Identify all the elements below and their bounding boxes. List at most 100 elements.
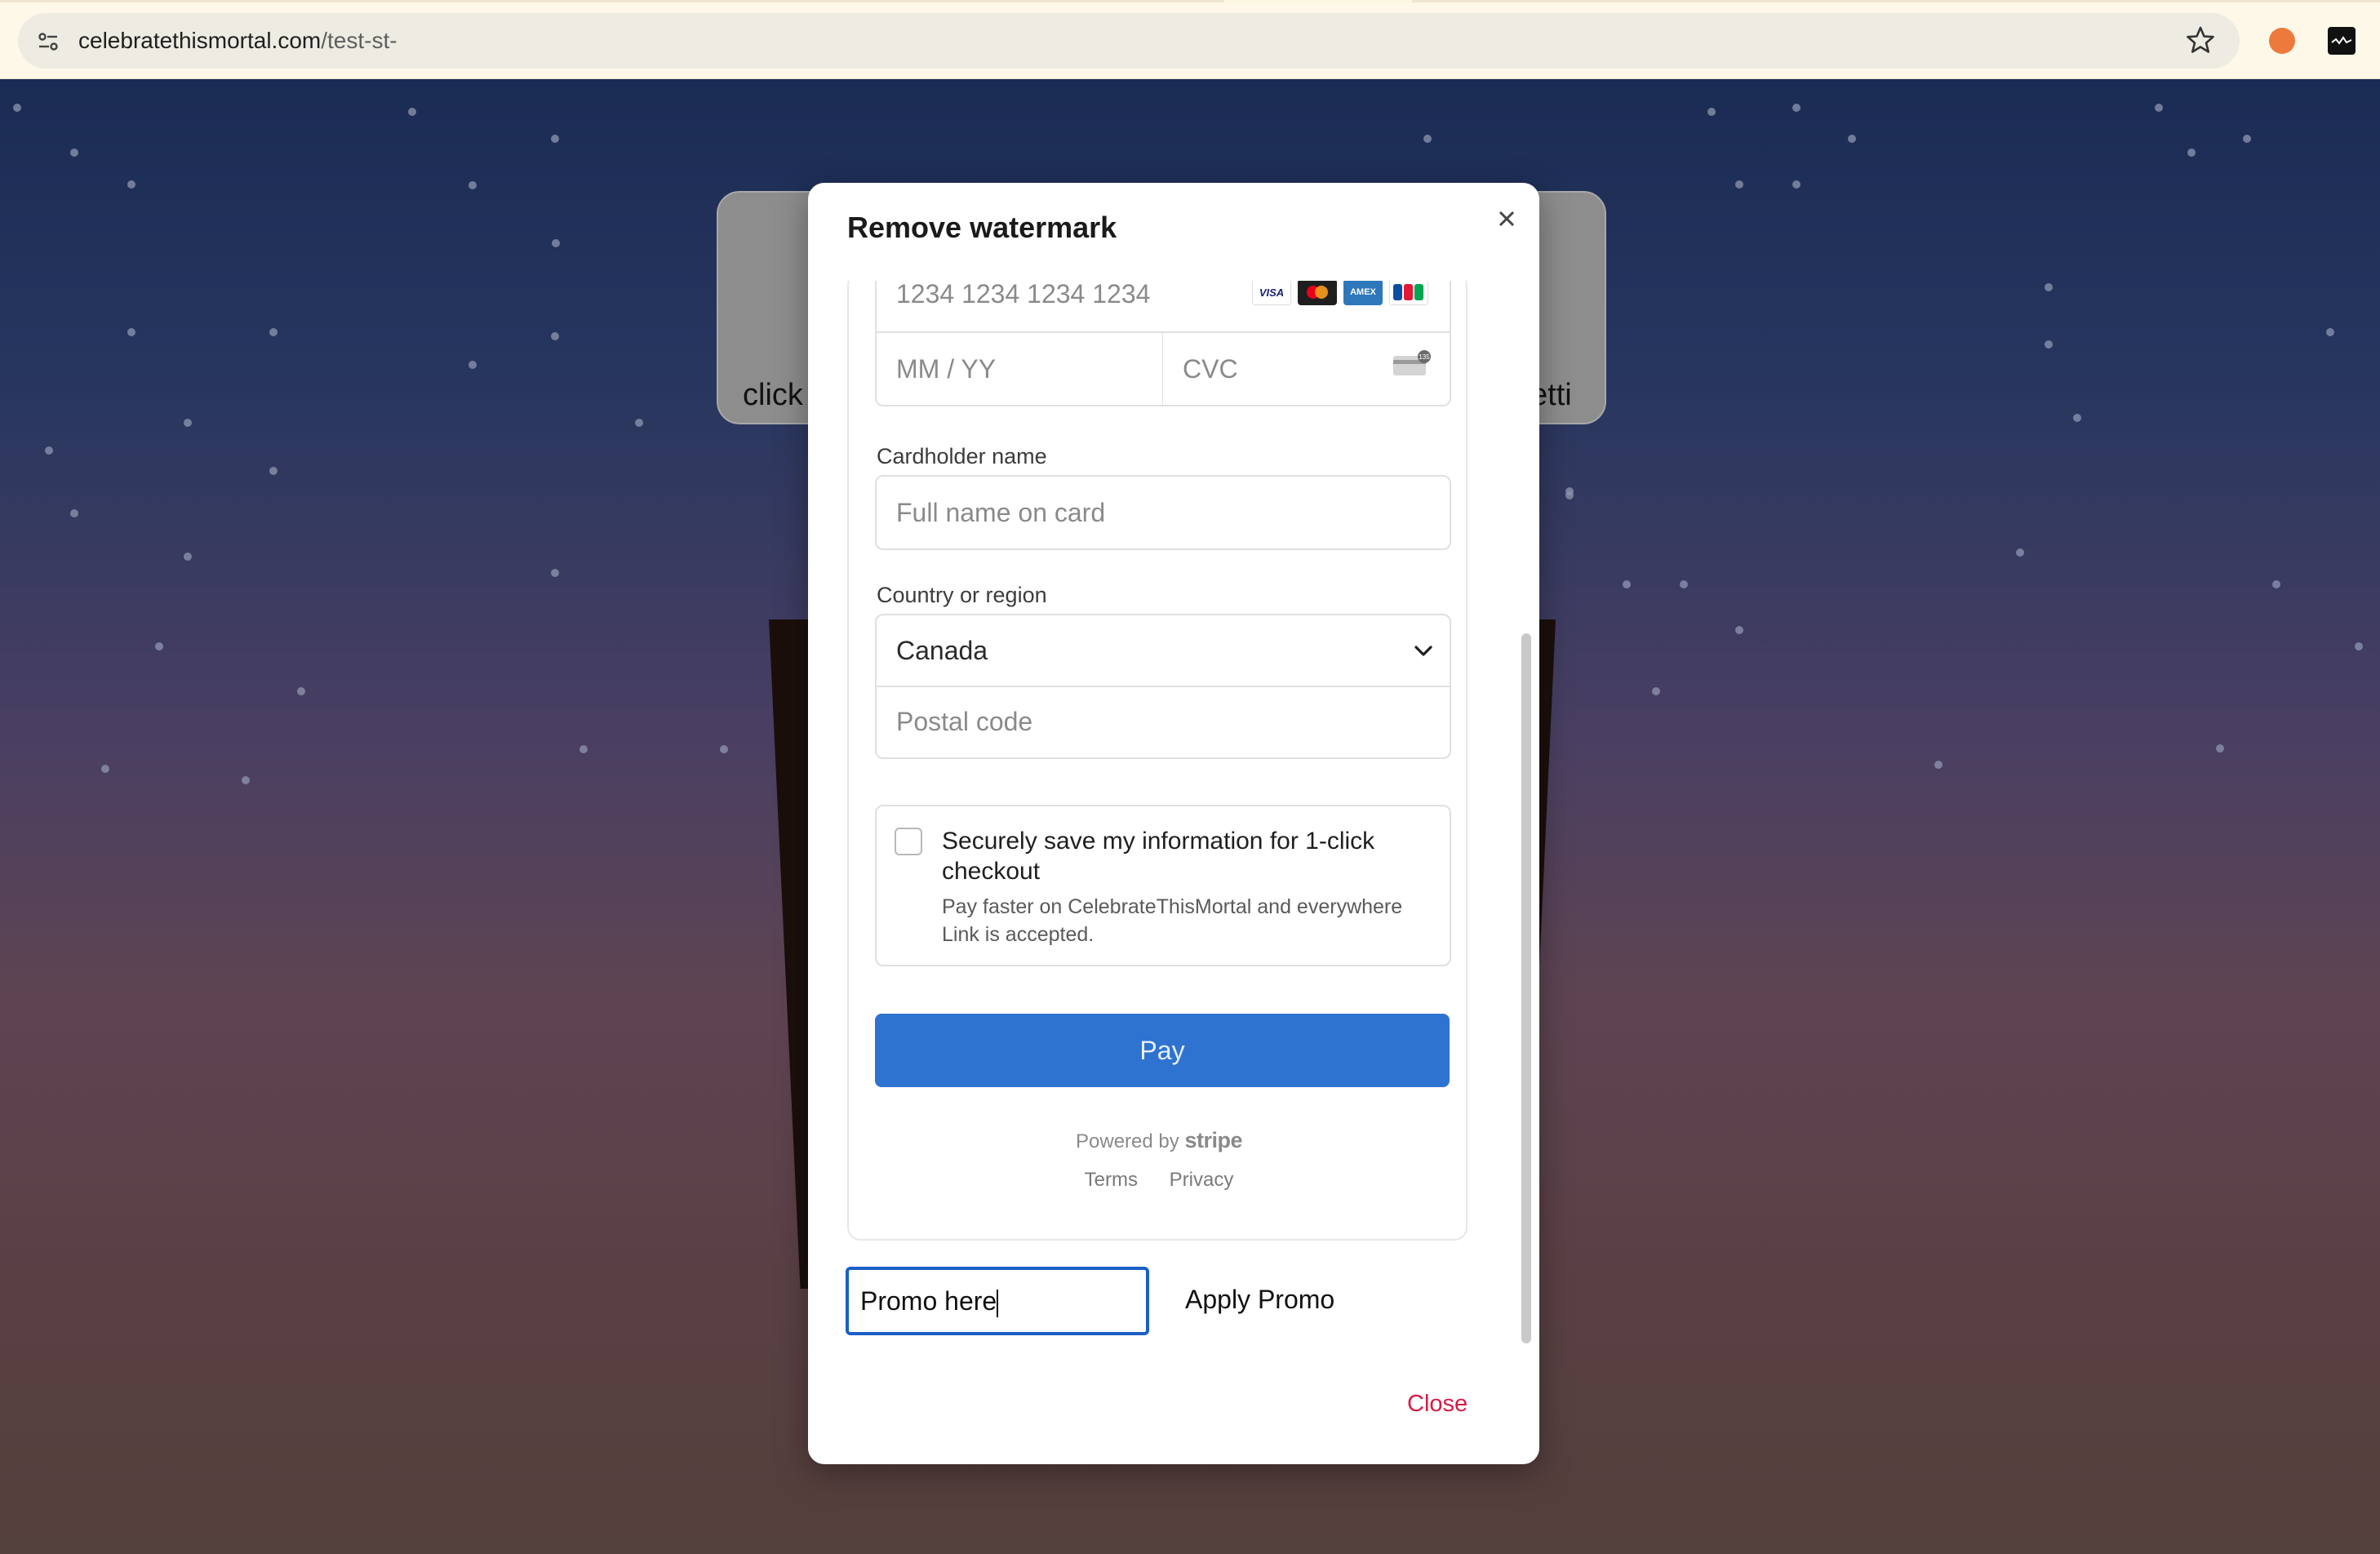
- save-info-subtitle: Pay faster on CelebrateThisMortal and ev…: [942, 895, 1403, 946]
- powered-by-stripe: Powered by stripe: [849, 1128, 1469, 1153]
- card-number-placeholder: 1234 1234 1234 1234: [896, 281, 1151, 309]
- star-dot: [1652, 687, 1660, 695]
- browser-toolbar: celebratethismortal.com/test-st-: [0, 2, 2380, 79]
- star-dot: [551, 569, 559, 577]
- privacy-link[interactable]: Privacy: [1170, 1169, 1234, 1191]
- jcb-icon: [1389, 281, 1428, 305]
- star-dot: [184, 553, 192, 561]
- apply-promo-button[interactable]: Apply Promo: [1185, 1285, 1334, 1315]
- star-dot: [579, 745, 588, 753]
- expiry-field[interactable]: MM / YY: [875, 331, 1164, 406]
- extension-icon[interactable]: [2269, 28, 2295, 54]
- save-info-title: Securely save my information for 1-click…: [942, 828, 1375, 885]
- url-path: /test-st-: [321, 28, 397, 53]
- close-icon[interactable]: [1490, 202, 1523, 235]
- star-dot: [552, 239, 560, 247]
- star-dot: [2272, 580, 2280, 588]
- close-button[interactable]: Close: [1407, 1391, 1468, 1418]
- star-dot: [468, 361, 477, 369]
- star-dot: [2326, 328, 2334, 336]
- star-dot: [1680, 580, 1688, 588]
- cardholder-name-input[interactable]: Full name on card: [875, 475, 1451, 550]
- url-host: celebratethismortal.com: [78, 28, 322, 53]
- pay-button[interactable]: Pay: [875, 1014, 1450, 1087]
- extension-icon[interactable]: [2328, 27, 2356, 55]
- stripe-payment-frame: 1234 1234 1234 1234 VISA AMEX MM / YY CV…: [847, 281, 1468, 1241]
- star-dot: [551, 332, 559, 340]
- postal-placeholder: Postal code: [896, 707, 1033, 736]
- postal-code-input[interactable]: Postal code: [875, 686, 1451, 759]
- amex-icon: AMEX: [1343, 281, 1383, 305]
- star-dot: [2243, 135, 2251, 143]
- promo-code-input[interactable]: Promo here: [846, 1267, 1149, 1335]
- chevron-down-icon: [1414, 646, 1432, 656]
- star-dot: [720, 745, 728, 753]
- cardholder-placeholder: Full name on card: [896, 498, 1106, 527]
- star-dot: [101, 765, 109, 773]
- star-dot: [1623, 580, 1631, 588]
- visa-icon: VISA: [1252, 281, 1291, 305]
- star-dot: [2073, 414, 2081, 422]
- promo-value: Promo here: [860, 1286, 997, 1316]
- star-dot: [242, 776, 250, 784]
- star-dot: [2045, 340, 2053, 349]
- cvc-field[interactable]: CVC 135: [1162, 331, 1451, 406]
- expiry-placeholder: MM / YY: [896, 354, 997, 384]
- stripe-links: Terms Privacy: [849, 1169, 1469, 1192]
- url-text[interactable]: celebratethismortal.com/test-st-: [78, 26, 397, 56]
- star-dot: [1707, 108, 1716, 116]
- star-dot: [13, 104, 21, 112]
- modal-scrollbar[interactable]: [1521, 633, 1531, 1343]
- background-text-left: click: [743, 378, 803, 412]
- star-dot: [408, 108, 416, 116]
- star-dot: [70, 509, 78, 517]
- star-dot: [1848, 135, 1856, 143]
- star-dot: [2155, 104, 2163, 112]
- country-select[interactable]: Canada: [875, 614, 1451, 687]
- star-dot: [155, 642, 163, 650]
- star-dot: [184, 419, 192, 427]
- star-dot: [1792, 180, 1801, 189]
- site-settings-icon[interactable]: [36, 29, 60, 54]
- country-value: Canada: [896, 636, 988, 665]
- star-dot: [2355, 642, 2363, 650]
- star-dot: [127, 180, 135, 189]
- terms-link[interactable]: Terms: [1085, 1169, 1138, 1191]
- card-number-field[interactable]: 1234 1234 1234 1234 VISA AMEX: [875, 281, 1451, 333]
- star-dot: [1423, 135, 1432, 143]
- link-save-box: Securely save my information for 1-click…: [875, 805, 1451, 966]
- star-dot: [297, 687, 305, 695]
- star-dot: [1735, 626, 1743, 634]
- stripe-logo: stripe: [1184, 1128, 1242, 1152]
- star-dot: [1565, 487, 1574, 495]
- cvc-card-icon: 135: [1393, 350, 1431, 375]
- bookmark-star-icon[interactable]: [2186, 25, 2215, 55]
- mastercard-icon: [1298, 281, 1337, 305]
- cvc-placeholder: CVC: [1183, 354, 1238, 384]
- powered-by-text: Powered by: [1076, 1130, 1179, 1152]
- star-dot: [468, 181, 477, 189]
- cardholder-label: Cardholder name: [877, 444, 1047, 468]
- remove-watermark-modal: Remove watermark 1234 1234 1234 1234 VIS…: [808, 183, 1539, 1464]
- star-dot: [269, 328, 278, 336]
- star-dot: [551, 135, 559, 143]
- star-dot: [1735, 180, 1743, 189]
- star-dot: [70, 149, 78, 157]
- star-dot: [2187, 149, 2196, 157]
- star-dot: [45, 446, 53, 455]
- star-dot: [2045, 283, 2053, 291]
- star-dot: [1792, 104, 1801, 112]
- save-info-checkbox[interactable]: [895, 828, 922, 855]
- payment-scroll-area[interactable]: 1234 1234 1234 1234 VISA AMEX MM / YY CV…: [847, 281, 1518, 1342]
- country-label: Country or region: [877, 583, 1047, 607]
- text-caret: [997, 1289, 999, 1317]
- modal-title: Remove watermark: [847, 211, 1117, 244]
- star-dot: [127, 328, 135, 336]
- address-bar[interactable]: celebratethismortal.com/test-st-: [18, 13, 2240, 69]
- star-dot: [269, 467, 278, 475]
- star-dot: [2216, 744, 2224, 753]
- star-dot: [2016, 548, 2024, 557]
- star-dot: [635, 419, 643, 427]
- star-dot: [1934, 761, 1943, 769]
- svg-text:135: 135: [1419, 353, 1430, 361]
